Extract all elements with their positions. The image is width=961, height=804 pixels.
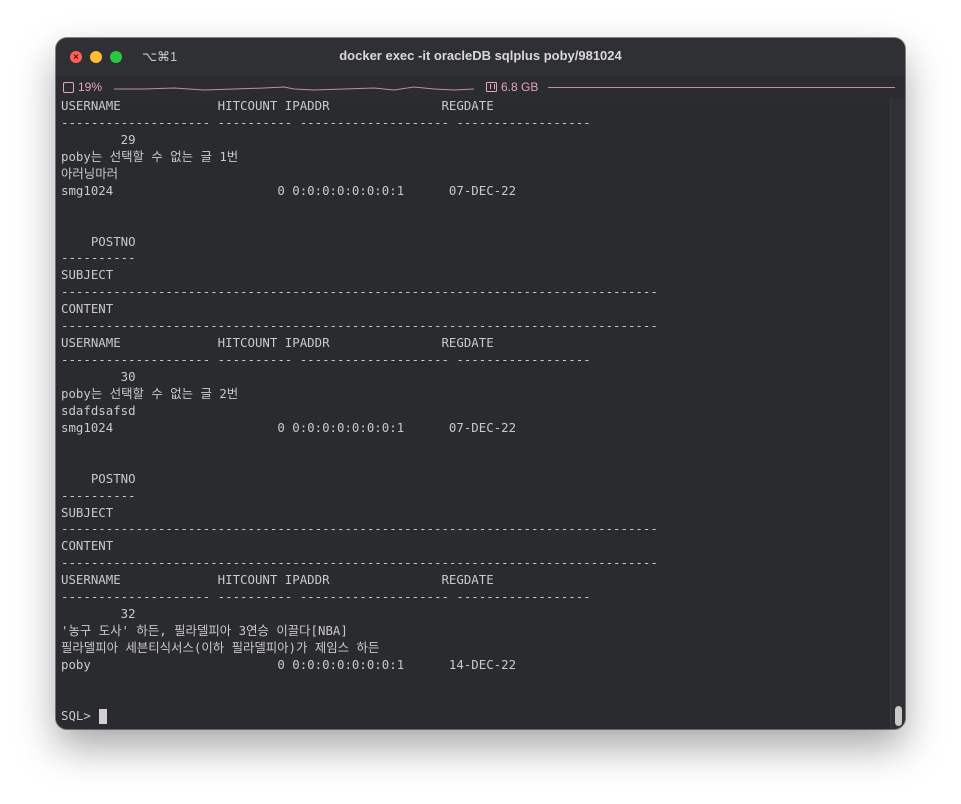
cpu-usage: 19% <box>78 80 103 94</box>
terminal-line: 아러닝마러 <box>61 165 118 181</box>
terminal-output[interactable]: USERNAME HITCOUNT IPADDR REGDATE --------… <box>56 98 891 729</box>
terminal-line: 29 <box>61 131 136 147</box>
status-bar: 19% 6.8 GB <box>56 76 905 98</box>
cpu-indicator: 19% <box>63 80 102 94</box>
memory-usage: 6.8 GB <box>501 80 539 94</box>
terminal-line: USERNAME HITCOUNT IPADDR REGDATE <box>61 572 494 588</box>
terminal-line: ---------- <box>61 487 136 503</box>
prompt-label: SQL> <box>61 707 99 723</box>
terminal-line: 32 <box>61 606 136 622</box>
terminal-window: × ⌥⌘1 docker exec -it oracleDB sqlplus p… <box>56 38 905 729</box>
scrollbar[interactable] <box>890 98 905 729</box>
terminal-line: -------------------- ---------- --------… <box>61 589 591 605</box>
terminal-line: USERNAME HITCOUNT IPADDR REGDATE <box>61 335 494 351</box>
cpu-graph <box>114 86 474 91</box>
terminal-line: SUBJECT <box>61 267 114 283</box>
terminal-line: ---------- <box>61 250 136 266</box>
terminal-line: 30 <box>61 369 136 384</box>
terminal-line: poby는 선택할 수 없는 글 2번 <box>61 385 239 401</box>
terminal-line: CONTENT <box>61 301 114 317</box>
terminal-line: -------------------- ---------- --------… <box>61 352 591 368</box>
terminal-line: sdafdsafsd <box>61 402 136 418</box>
terminal-line: 필라델피아 세븐티식서스(이하 필라델피아)가 제임스 하든 <box>61 640 380 655</box>
terminal-line: ----------------------------------------… <box>61 521 658 537</box>
cpu-chip-icon <box>63 81 74 93</box>
title-bar: × ⌥⌘1 docker exec -it oracleDB sqlplus p… <box>56 38 905 76</box>
terminal-line: poby는 선택할 수 없는 글 1번 <box>61 148 239 164</box>
terminal-line: POSTNO <box>61 470 136 486</box>
terminal-line: USERNAME HITCOUNT IPADDR REGDATE <box>61 98 494 113</box>
terminal-line: CONTENT <box>61 538 114 554</box>
command-prompt[interactable]: SQL> <box>61 708 891 725</box>
terminal-line: '농구 도사' 하든, 필라델피아 3연승 이끌다[NBA] <box>61 623 348 639</box>
memory-icon <box>486 82 497 92</box>
terminal-line: POSTNO <box>61 233 136 249</box>
terminal-line: ----------------------------------------… <box>61 284 658 300</box>
memory-indicator: 6.8 GB <box>486 80 538 94</box>
terminal-line: smg1024 0 0:0:0:0:0:0:0:1 07-DEC-22 <box>61 419 517 435</box>
memory-graph <box>548 87 895 88</box>
terminal-line: ----------------------------------------… <box>61 318 658 334</box>
window-title: docker exec -it oracleDB sqlplus poby/98… <box>339 48 622 63</box>
terminal-line: -------------------- ---------- --------… <box>61 114 591 130</box>
terminal-line: smg1024 0 0:0:0:0:0:0:0:1 07-DEC-22 <box>61 182 517 198</box>
scrollbar-thumb[interactable] <box>895 706 902 726</box>
terminal-line: SUBJECT <box>61 504 114 520</box>
terminal-line: ----------------------------------------… <box>61 555 658 571</box>
text-cursor <box>99 708 108 724</box>
terminal-line: poby 0 0:0:0:0:0:0:0:1 14-DEC-22 <box>61 656 517 672</box>
